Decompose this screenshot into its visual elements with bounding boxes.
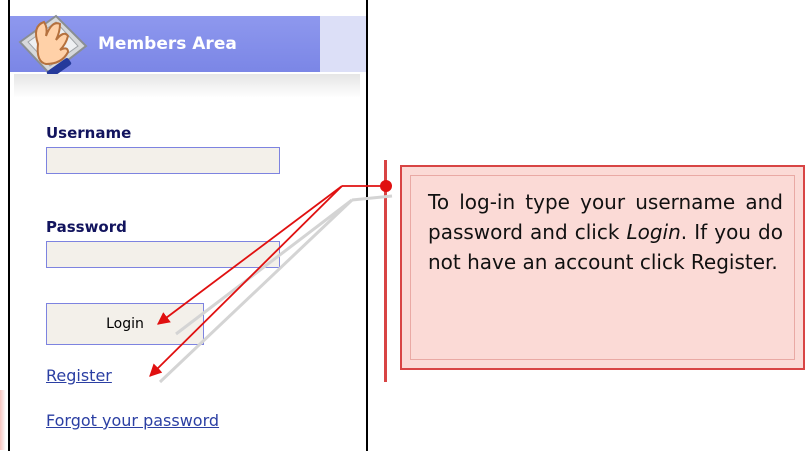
- dot-icon: [380, 180, 392, 192]
- register-pointer-arrow: [149, 185, 343, 377]
- annotation-arrows: [149, 180, 393, 384]
- login-pointer-arrow: [156, 185, 343, 325]
- arrow-shadows: [158, 194, 393, 384]
